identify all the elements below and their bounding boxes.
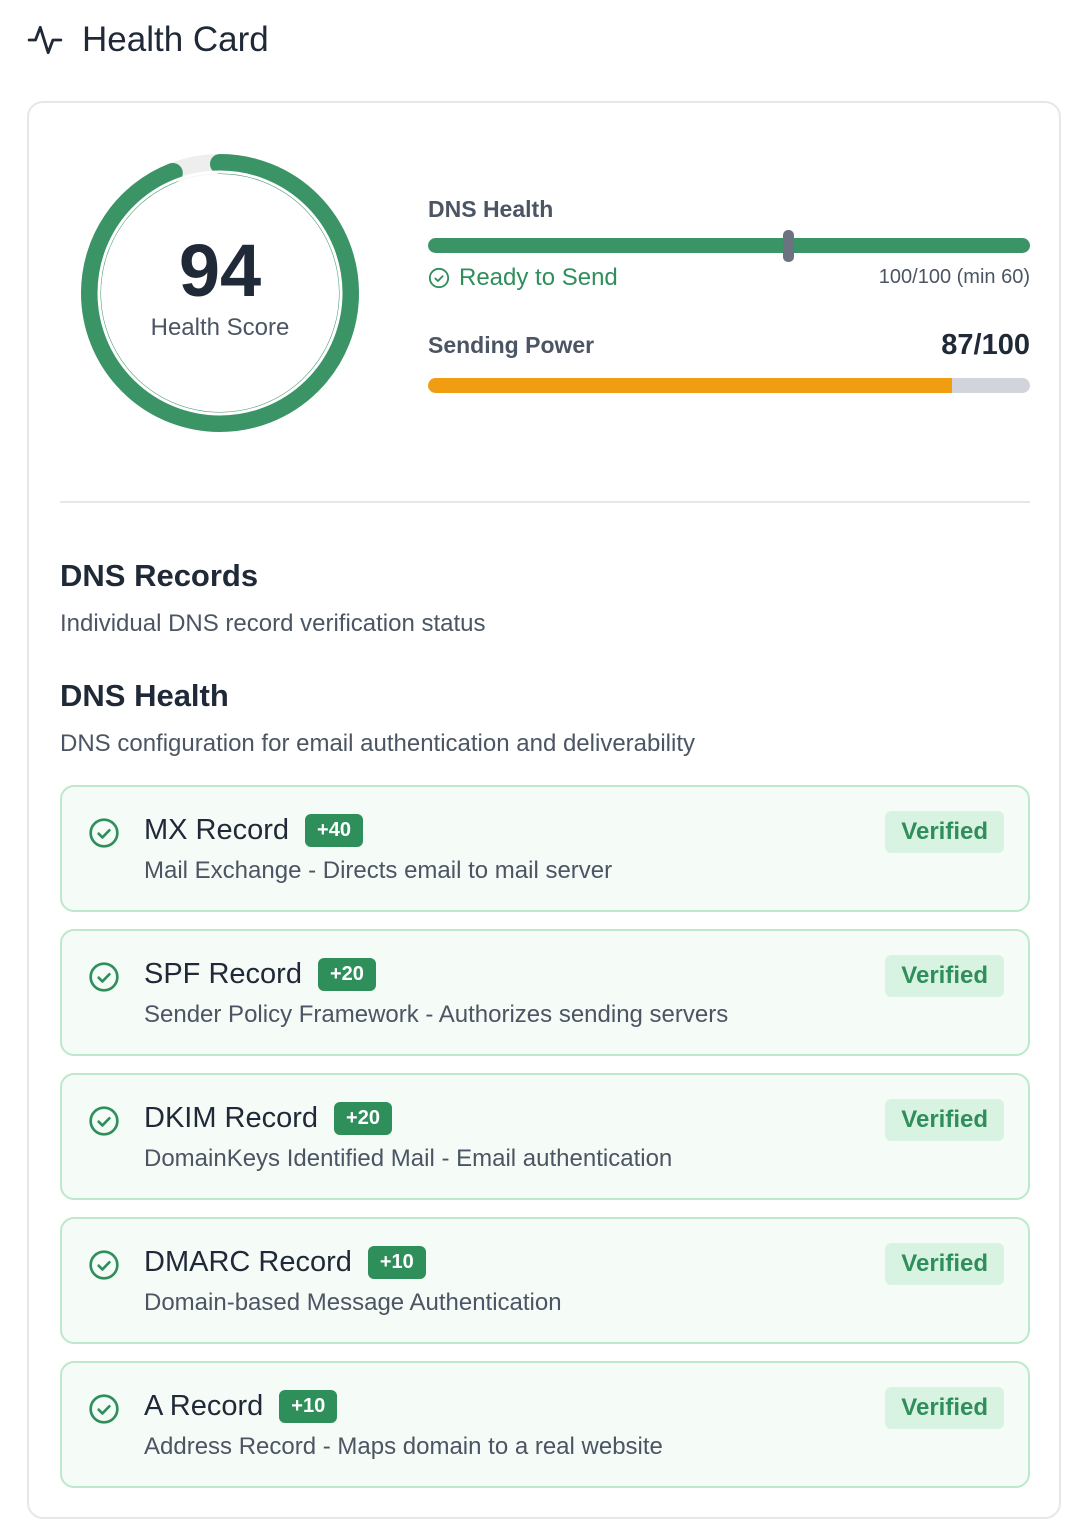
check-circle-icon bbox=[89, 1250, 119, 1280]
record-description: DomainKeys Identified Mail - Email authe… bbox=[144, 1145, 673, 1172]
dns-status-text: Ready to Send bbox=[459, 264, 618, 291]
record-name: DMARC Record +10 bbox=[144, 1246, 426, 1279]
record-card-mx: MX Record +40 Mail Exchange - Directs ema… bbox=[60, 785, 1030, 912]
activity-icon bbox=[27, 25, 63, 55]
record-name: A Record +10 bbox=[144, 1390, 338, 1423]
record-card-dmarc: DMARC Record +10 Domain-based Message Aut… bbox=[60, 1217, 1030, 1344]
page-title: Health Card bbox=[82, 20, 269, 59]
gauge-center: 94 Health Score bbox=[80, 153, 360, 433]
record-name-text: SPF Record bbox=[144, 958, 302, 990]
record-card-a: A Record +10 Address Record - Maps domain… bbox=[60, 1361, 1030, 1488]
record-name-text: DKIM Record bbox=[144, 1102, 319, 1134]
health-score-label: Health Score bbox=[150, 314, 290, 341]
record-description: Address Record - Maps domain to a real w… bbox=[144, 1433, 663, 1460]
verified-badge: Verified bbox=[885, 811, 1004, 853]
sending-power-bar-fill bbox=[428, 378, 952, 393]
verified-badge: Verified bbox=[885, 1099, 1004, 1141]
dns-health-bar bbox=[428, 238, 1030, 253]
check-circle-icon bbox=[428, 267, 450, 289]
record-description: Sender Policy Framework - Authorizes sen… bbox=[144, 1001, 729, 1028]
dns-health-detail: 100/100 (min 60) bbox=[878, 266, 1030, 288]
record-name: SPF Record +20 bbox=[144, 958, 376, 991]
record-description: Mail Exchange - Directs email to mail se… bbox=[144, 857, 613, 884]
check-circle-icon bbox=[89, 1394, 119, 1424]
health-score-value: 94 bbox=[178, 229, 262, 312]
dns-health-section-subtitle: DNS configuration for email authenticati… bbox=[60, 730, 696, 757]
points-badge: +10 bbox=[279, 1390, 338, 1423]
record-name: DKIM Record +20 bbox=[144, 1102, 392, 1135]
sending-power-label: Sending Power bbox=[428, 332, 595, 358]
check-circle-icon bbox=[89, 1106, 119, 1136]
record-description: Domain-based Message Authentication bbox=[144, 1289, 562, 1316]
divider bbox=[60, 501, 1030, 503]
dns-health-label: DNS Health bbox=[428, 196, 554, 222]
verified-badge: Verified bbox=[885, 1243, 1004, 1285]
record-card-spf: SPF Record +20 Sender Policy Framework - … bbox=[60, 929, 1030, 1056]
dns-health-min-marker bbox=[783, 230, 794, 262]
points-badge: +10 bbox=[367, 1246, 426, 1279]
record-card-dkim: DKIM Record +20 DomainKeys Identified Mai… bbox=[60, 1073, 1030, 1200]
dns-records-subtitle: Individual DNS record verification statu… bbox=[60, 610, 486, 637]
dns-health-bar-fill bbox=[428, 238, 1030, 253]
points-badge: +20 bbox=[334, 1102, 392, 1135]
check-circle-icon bbox=[89, 818, 119, 848]
page-header: Health Card bbox=[26, 18, 269, 62]
sending-power-bar bbox=[428, 378, 1030, 393]
dns-health-section-title: DNS Health bbox=[60, 678, 229, 713]
sending-power-value: 87/100 bbox=[941, 329, 1030, 361]
points-badge: +20 bbox=[317, 958, 376, 991]
record-name-text: A Record bbox=[144, 1390, 264, 1422]
check-circle-icon bbox=[89, 962, 119, 992]
verified-badge: Verified bbox=[885, 1387, 1004, 1429]
record-name-text: DMARC Record bbox=[144, 1246, 352, 1278]
points-badge: +40 bbox=[305, 814, 363, 847]
verified-badge: Verified bbox=[885, 955, 1004, 997]
dns-records-title: DNS Records bbox=[60, 558, 259, 593]
record-name: MX Record +40 bbox=[144, 814, 363, 847]
record-name-text: MX Record bbox=[144, 814, 290, 846]
dns-status: Ready to Send bbox=[428, 264, 618, 292]
